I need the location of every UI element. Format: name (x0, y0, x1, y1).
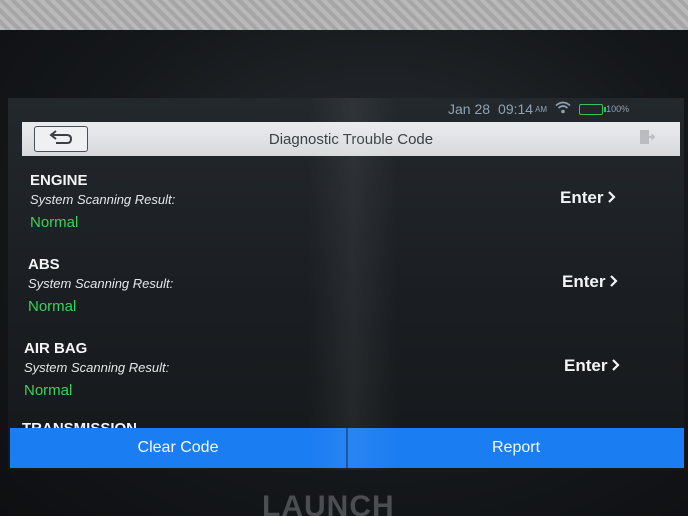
system-row-abs: ABS System Scanning Result: Normal Enter (8, 252, 684, 336)
enter-label: Enter (560, 188, 604, 207)
system-row-engine: ENGINE System Scanning Result: Normal En… (8, 168, 684, 252)
battery-percent: 100% (606, 104, 630, 114)
system-result-label: System Scanning Result: (24, 360, 170, 375)
system-row-air-bag: AIR BAG System Scanning Result: Normal E… (8, 336, 684, 420)
title-bar: Diagnostic Trouble Code (22, 122, 680, 156)
back-button[interactable] (34, 126, 88, 152)
clear-code-button[interactable]: Clear Code (10, 428, 346, 468)
chevron-right-icon (609, 272, 619, 292)
brand-logo: LAUNCH (262, 490, 395, 516)
status-time: 09:14 (498, 101, 534, 117)
system-list: ENGINE System Scanning Result: Normal En… (8, 168, 684, 420)
background-surface (0, 0, 688, 30)
enter-label: Enter (564, 356, 608, 375)
status-bar: Jan 28 09:14 AM 100% (448, 100, 680, 118)
back-arrow-icon (48, 129, 74, 150)
system-status: Normal (30, 214, 79, 231)
chevron-right-icon (611, 356, 621, 376)
exit-button[interactable] (626, 126, 666, 152)
system-name: ENGINE (30, 172, 88, 189)
wifi-icon (555, 101, 571, 117)
device-screen: Jan 28 09:14 AM 100% Diagnostic Trouble … (8, 98, 684, 470)
system-status: Normal (28, 298, 77, 315)
system-name: ABS (28, 256, 60, 273)
battery-icon (579, 103, 607, 115)
enter-button-abs[interactable]: Enter (562, 272, 619, 292)
battery-indicator: 100% (579, 103, 630, 115)
enter-label: Enter (562, 272, 606, 291)
enter-button-air-bag[interactable]: Enter (564, 356, 621, 376)
report-button[interactable]: Report (348, 428, 684, 468)
system-name: AIR BAG (24, 340, 88, 357)
status-ampm: AM (535, 104, 548, 114)
page-title: Diagnostic Trouble Code (268, 130, 434, 148)
bottom-action-bar: Clear Code Report (10, 428, 684, 468)
enter-button-engine[interactable]: Enter (560, 188, 617, 208)
chevron-right-icon (607, 188, 617, 208)
system-result-label: System Scanning Result: (30, 192, 176, 207)
system-status: Normal (24, 382, 73, 399)
status-date: Jan 28 (448, 101, 491, 117)
exit-door-icon (637, 128, 656, 151)
system-result-label: System Scanning Result: (28, 276, 174, 291)
